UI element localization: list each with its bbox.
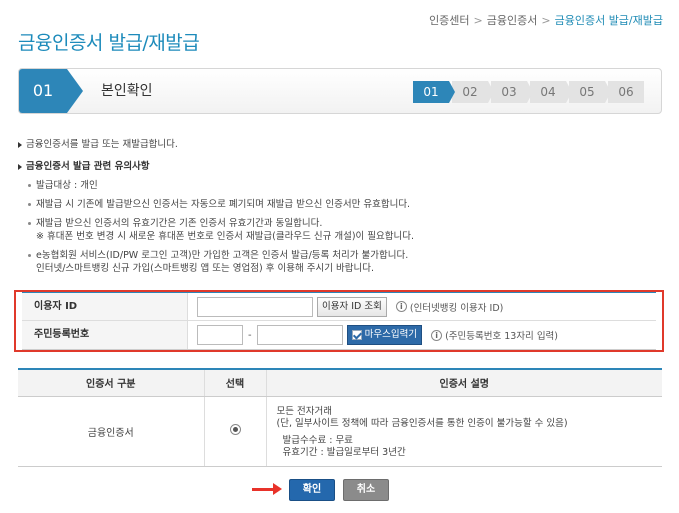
caution-line: 재발급 시 기존에 발급받으신 인증서는 자동으로 폐기되며 재발급 받으신 인… (36, 199, 411, 210)
current-step-number: 01 (19, 69, 67, 113)
breadcrumb: 인증센터 > 금융인증서 > 금융인증서 발급/재발급 (429, 12, 663, 28)
red-arrow-icon (252, 483, 282, 495)
step-indicator-02: 02 (452, 81, 494, 103)
step-indicator-06: 06 (608, 81, 644, 103)
current-step-label: 본인확인 (101, 83, 153, 99)
identity-form: 이용자 ID 이용자 ID 조회 i (인터넷뱅킹 이용자 ID) 주민등록번호… (14, 290, 664, 352)
table-row: 금융인증서 모든 전자거래 (단, 일부사이트 정책에 따라 금융인증서를 통한… (18, 396, 662, 467)
bullet-triangle-icon (18, 141, 22, 148)
rrn-back-input[interactable] (256, 325, 343, 345)
user-id-input[interactable] (197, 296, 313, 317)
cancel-button[interactable]: 취소 (343, 479, 389, 501)
caution-line: e농협회원 서비스(ID/PW 로그인 고객)만 가입한 고객은 인증서 발급/… (36, 250, 409, 261)
caution-item: e농협회원 서비스(ID/PW 로그인 고객)만 가입한 고객은 인증서 발급/… (28, 249, 668, 275)
cert-type-cell: 금융인증서 (18, 396, 204, 467)
caution-line: 발급대상 : 개인 (36, 180, 98, 191)
caution-item: 재발급 받으신 인증서의 유효기간은 기존 인증서 유효기간과 동일합니다. ※… (28, 217, 668, 243)
cert-description-cell: 모든 전자거래 (단, 일부사이트 정책에 따라 금융인증서를 통한 인증이 불… (265, 396, 662, 467)
breadcrumb-separator: > (541, 14, 551, 27)
column-header-cert-type: 인증서 구분 (18, 368, 204, 397)
page-title: 금융인증서 발급/재발급 (18, 32, 200, 54)
caution-heading: 금융인증서 발급 관련 유의사항 (18, 160, 668, 173)
caution-item: 재발급 시 기존에 발급받으신 인증서는 자동으로 폐기되며 재발급 받으신 인… (28, 198, 668, 211)
bullet-triangle-icon (18, 163, 22, 170)
column-header-description: 인증서 설명 (265, 368, 662, 397)
action-bar: 확인 취소 (0, 478, 679, 502)
step-arrow (67, 69, 83, 113)
rrn-separator: - (248, 329, 252, 341)
rrn-hint: (주민등록번호 13자리 입력) (445, 331, 559, 342)
description-validity: 유효기간 : 발급일로부터 3년간 (282, 446, 406, 458)
description-line: 모든 전자거래 (276, 405, 332, 417)
rrn-row: 주민등록번호 - 마우스입력기 i (주민등록번호 13자리 입력) (22, 321, 656, 350)
info-icon: i (395, 301, 407, 312)
column-header-select: 선택 (203, 368, 266, 397)
certificate-table: 인증서 구분 선택 인증서 설명 금융인증서 모든 전자거래 (단, 일부사이트… (18, 368, 662, 467)
caution-line: 인터넷/스마트뱅킹 신규 가입(스마트뱅킹 앱 또는 영업점) 후 이용해 주시… (36, 263, 374, 274)
user-id-label: 이용자 ID (22, 293, 188, 320)
step-progress-bar: 01 본인확인 01 02 03 04 05 06 (18, 68, 662, 114)
step-indicator-05: 05 (569, 81, 611, 103)
mouse-input-toggle[interactable]: 마우스입력기 (346, 325, 423, 345)
info-icon: i (431, 329, 443, 341)
caution-list: 발급대상 : 개인 재발급 시 기존에 발급받으신 인증서는 자동으로 폐기되며… (18, 179, 668, 275)
cert-select-cell (203, 396, 266, 467)
mouse-input-label: 마우스입력기 (364, 329, 418, 340)
breadcrumb-current: 금융인증서 발급/재발급 (554, 14, 663, 27)
caution-item: 발급대상 : 개인 (28, 179, 668, 192)
breadcrumb-item[interactable]: 금융인증서 (487, 14, 538, 27)
user-id-hint: (인터넷뱅킹 이용자 ID) (409, 302, 504, 314)
step-indicators: 01 02 03 04 05 06 (413, 81, 647, 103)
rrn-front-input[interactable] (197, 325, 243, 345)
intro-text: 금융인증서를 발급 또는 재발급합니다. (26, 139, 178, 150)
bullet-dot-icon (28, 203, 31, 206)
caution-line: 재발급 받으신 인증서의 유효기간은 기존 인증서 유효기간과 동일합니다. (36, 218, 323, 229)
checkbox-checked-icon[interactable] (351, 330, 362, 340)
step-indicator-03: 03 (491, 81, 533, 103)
rrn-label: 주민등록번호 (22, 321, 188, 349)
breadcrumb-separator: > (473, 14, 483, 27)
caution-line: ※ 휴대폰 번호 변경 시 새로운 휴대폰 번호로 인증서 재발급(클라우드 신… (36, 231, 415, 242)
description-fee: 발급수수료 : 무료 (282, 434, 353, 446)
description-line: (단, 일부사이트 정책에 따라 금융인증서를 통한 인증이 불가능할 수 있음… (276, 417, 568, 429)
bullet-dot-icon (28, 254, 31, 257)
notice-section: 금융인증서를 발급 또는 재발급합니다. 금융인증서 발급 관련 유의사항 발급… (18, 138, 668, 281)
intro-notice: 금융인증서를 발급 또는 재발급합니다. (18, 138, 668, 151)
user-id-lookup-button[interactable]: 이용자 ID 조회 (317, 296, 387, 317)
user-id-row: 이용자 ID 이용자 ID 조회 i (인터넷뱅킹 이용자 ID) (22, 292, 656, 321)
step-indicator-04: 04 (530, 81, 572, 103)
caution-title: 금융인증서 발급 관련 유의사항 (26, 161, 150, 172)
bullet-dot-icon (28, 184, 31, 187)
confirm-button[interactable]: 확인 (289, 479, 335, 501)
breadcrumb-item[interactable]: 인증센터 (429, 14, 469, 27)
cert-radio-selected[interactable] (229, 424, 241, 435)
bullet-dot-icon (28, 222, 31, 225)
step-indicator-01: 01 (413, 81, 455, 103)
